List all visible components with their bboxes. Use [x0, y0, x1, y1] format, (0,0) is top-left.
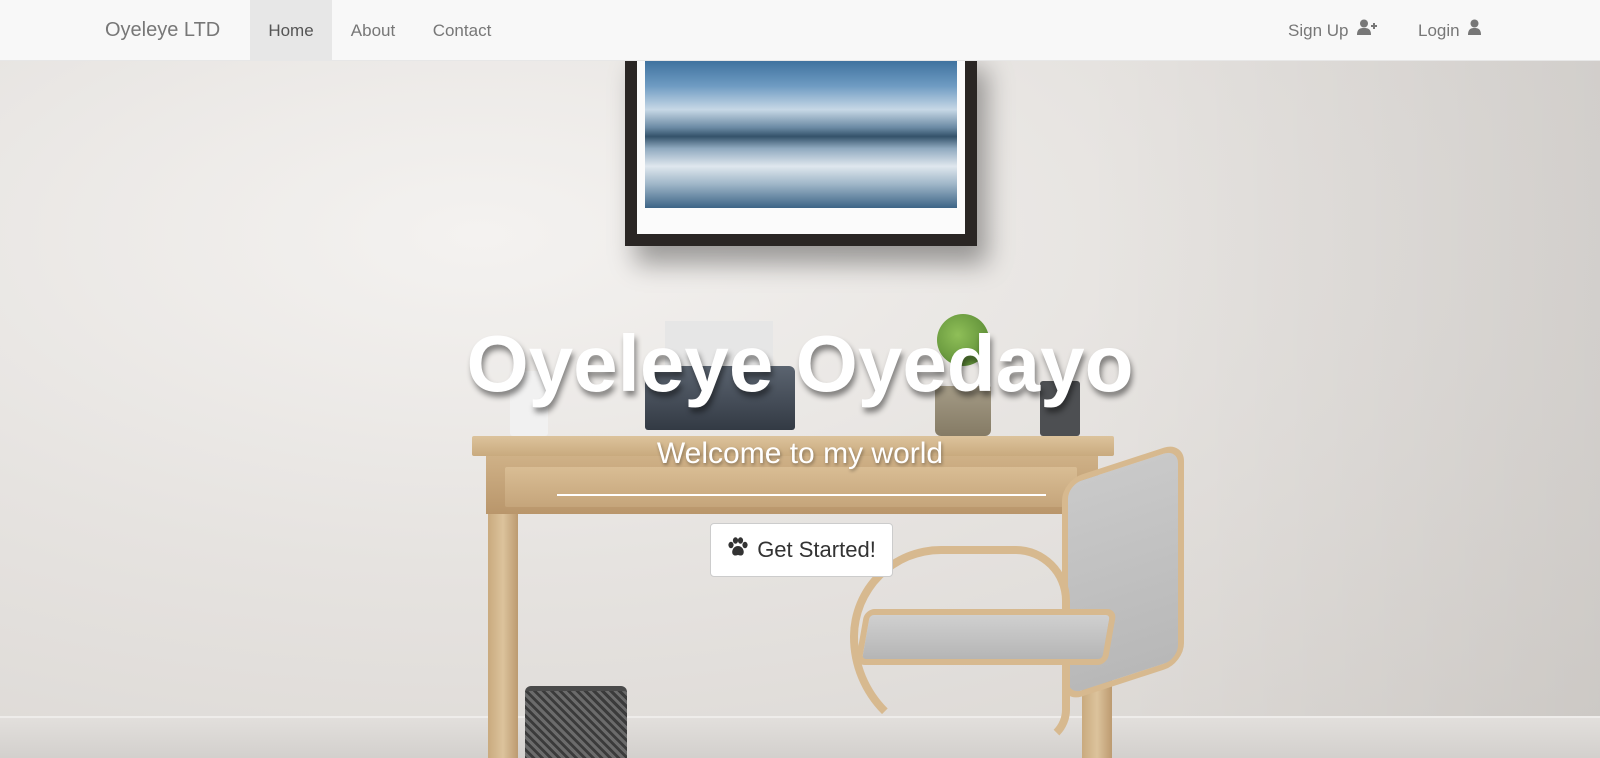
nav-link-home[interactable]: Home: [250, 0, 332, 61]
hero-subtitle: Welcome to my world: [656, 437, 944, 470]
chair-seat: [855, 609, 1117, 665]
nav-link-contact[interactable]: Contact: [424, 0, 500, 61]
hero-title: Oyeleye Oyedayo: [466, 319, 1134, 408]
desk-leg: [488, 514, 518, 758]
login-link[interactable]: Login: [1418, 0, 1488, 61]
baseboard: [0, 716, 1600, 758]
get-started-button[interactable]: Get Started!: [710, 523, 893, 577]
hero-divider: [557, 494, 1046, 496]
user-plus-icon: [1357, 0, 1378, 60]
top-navbar: Oyeleye LTD Home About Contact Sign Up L…: [0, 0, 1600, 61]
get-started-label: Get Started!: [757, 537, 876, 562]
wall-painting: [625, 61, 977, 246]
login-label: Login: [1418, 21, 1460, 40]
waste-bin: [525, 686, 627, 758]
nav-link-about[interactable]: About: [338, 0, 408, 61]
user-icon: [1468, 0, 1482, 60]
signup-link[interactable]: Sign Up: [1288, 0, 1388, 61]
painting-landscape: [645, 61, 957, 208]
desk-drawer: [505, 467, 1077, 507]
brand-logo-link[interactable]: Oyeleye LTD: [105, 0, 220, 61]
paw-icon: [727, 537, 749, 563]
signup-label: Sign Up: [1288, 21, 1349, 40]
